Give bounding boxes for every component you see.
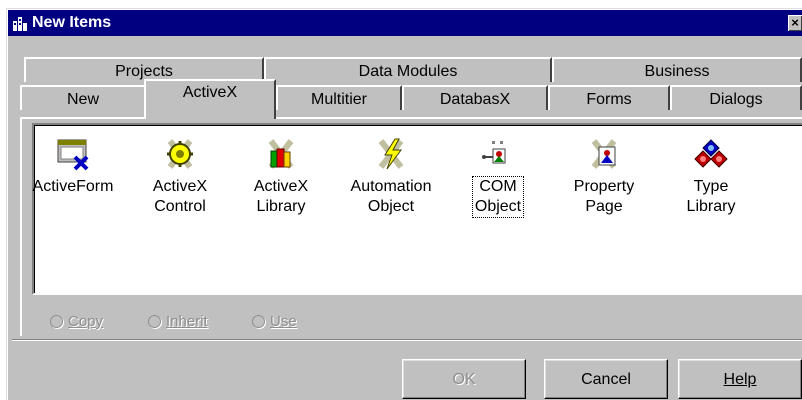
tab-databasx[interactable]: DatabasX: [402, 85, 548, 110]
title-bar[interactable]: New Items ×: [8, 10, 802, 36]
item-label: Type Library: [686, 178, 736, 215]
option-use[interactable]: Use: [252, 313, 297, 330]
new-items-dialog: New Items × Projects Data Modules Busine…: [6, 8, 802, 400]
activeform-icon: [57, 139, 89, 171]
activex-control-icon: [167, 139, 193, 169]
help-label: Help: [723, 371, 757, 388]
item-property-page[interactable]: Property Page: [559, 137, 649, 217]
option-label: Copy: [68, 313, 104, 330]
tab-multitier[interactable]: Multitier: [276, 85, 402, 110]
radio-icon: [148, 315, 161, 328]
item-type-library[interactable]: Type Library: [666, 137, 756, 217]
option-label: Inherit: [166, 313, 208, 330]
new-items-icon: [13, 17, 27, 31]
radio-icon: [252, 315, 265, 328]
tab-forms[interactable]: Forms: [548, 85, 670, 110]
radio-icon: [50, 315, 63, 328]
tab-business[interactable]: Business: [552, 57, 802, 82]
window-title: New Items: [32, 14, 112, 31]
tab-activex[interactable]: ActiveX: [144, 79, 276, 119]
option-copy[interactable]: Copy: [50, 313, 103, 330]
separator: [12, 339, 802, 341]
item-label: ActiveForm: [32, 178, 114, 195]
item-activeform[interactable]: ActiveForm: [28, 137, 118, 197]
type-library-icon: [694, 139, 728, 168]
items-listview[interactable]: ActiveForm ActiveX Control ActiveX Libra…: [32, 123, 802, 295]
tab-new[interactable]: New: [20, 85, 146, 110]
item-com-object[interactable]: COM Object: [453, 137, 543, 218]
item-label: ActiveX Control: [152, 178, 208, 215]
com-object-icon: [482, 141, 506, 164]
automation-object-icon: [378, 138, 404, 170]
option-label: Use: [270, 313, 297, 330]
item-activex-control[interactable]: ActiveX Control: [135, 137, 225, 217]
item-activex-library[interactable]: ActiveX Library: [236, 137, 326, 217]
item-label: Property Page: [573, 178, 635, 215]
item-automation-object[interactable]: Automation Object: [346, 137, 436, 217]
property-page-icon: [591, 139, 617, 169]
item-label: ActiveX Library: [253, 178, 309, 215]
tab-data-modules[interactable]: Data Modules: [264, 57, 552, 82]
option-inherit[interactable]: Inherit: [148, 313, 208, 330]
close-button[interactable]: ×: [788, 15, 802, 31]
item-label: COM Object: [471, 176, 525, 218]
help-button[interactable]: Help: [678, 359, 802, 399]
cancel-button[interactable]: Cancel: [544, 359, 668, 399]
ok-button[interactable]: OK: [402, 359, 526, 399]
activex-library-icon: [268, 139, 294, 169]
item-label: Automation Object: [350, 178, 432, 215]
tab-dialogs[interactable]: Dialogs: [670, 85, 802, 110]
